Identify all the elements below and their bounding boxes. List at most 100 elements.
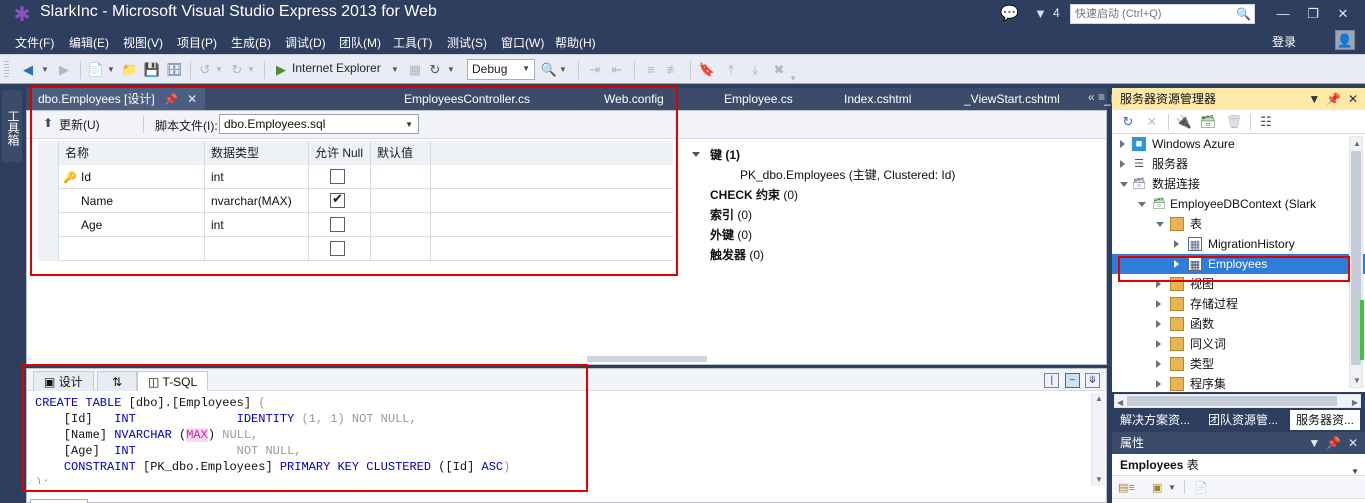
open-file-icon[interactable]: 📁	[120, 59, 140, 81]
object-relational-icon[interactable]: ☷	[1256, 113, 1276, 131]
chevron-down-icon[interactable]: ▼	[1306, 88, 1322, 110]
alphabetical-icon[interactable]: ▣	[1152, 480, 1162, 496]
tree-node-functions-folder[interactable]: 函数	[1112, 314, 1365, 334]
cell-datatype[interactable]: int	[205, 213, 309, 237]
browser-dropdown-icon[interactable]: ▼	[390, 59, 400, 81]
split-horizontal-icon[interactable]: −	[1064, 373, 1080, 388]
split-vertical-icon[interactable]: |	[1044, 373, 1060, 388]
column-header-allownull[interactable]: 允许 Null	[309, 141, 371, 165]
menu-test[interactable]: 测试(S)	[442, 32, 492, 53]
close-icon[interactable]: ✕	[187, 92, 197, 106]
tab-employees-controller[interactable]: EmployeesController.cs	[396, 88, 538, 110]
tree-node-servers[interactable]: ☰ 服务器	[1112, 154, 1365, 174]
tab-overflow-controls[interactable]: « ≡	[1088, 90, 1105, 104]
new-file-dropdown-icon[interactable]: ▼	[106, 59, 116, 81]
tab-viewstart-cshtml[interactable]: _ViewStart.cshtml	[956, 88, 1068, 110]
allow-null-checkbox[interactable]	[330, 241, 345, 256]
dock-tab-server-explorer[interactable]: 服务器资...	[1290, 410, 1361, 430]
connect-to-server-icon[interactable]: 🔌	[1174, 113, 1194, 131]
tab-tsql-view[interactable]: ◫ T-SQL	[137, 371, 209, 391]
tree-node-employees[interactable]: ▦ Employees	[1112, 254, 1365, 274]
foreign-keys-node[interactable]: 外键 (0)	[692, 225, 1092, 245]
tab-overflow-icon[interactable]: «	[1088, 90, 1095, 104]
pin-icon[interactable]: 📌	[1326, 432, 1342, 454]
toolbar-overflow-icon[interactable]: ▾	[788, 67, 798, 89]
allow-null-checkbox[interactable]	[330, 191, 345, 208]
cell-datatype[interactable]: nvarchar(MAX)	[205, 189, 309, 213]
chevron-collapsed-icon[interactable]	[1120, 160, 1125, 168]
tree-node-stored-procedures-folder[interactable]: 存储过程	[1112, 294, 1365, 314]
quick-launch-box[interactable]: 🔍	[1070, 4, 1255, 24]
editor-zoom-level[interactable]: 100 %	[30, 499, 88, 503]
chevron-expanded-icon[interactable]	[692, 152, 700, 161]
chevron-collapsed-icon[interactable]	[1156, 320, 1161, 328]
menu-help[interactable]: 帮助(H)	[550, 32, 601, 53]
menu-edit[interactable]: 编辑(E)	[64, 32, 114, 53]
chevron-down-icon[interactable]: ▼	[405, 120, 413, 129]
minimize-button[interactable]: —	[1272, 5, 1294, 23]
cell-default[interactable]	[371, 213, 431, 237]
cell-name[interactable]: Id	[59, 165, 205, 189]
script-file-select[interactable]: dbo.Employees.sql ▼	[219, 114, 419, 134]
tab-dbo-employees-design[interactable]: dbo.Employees [设计] 📌 ✕	[30, 88, 206, 110]
table-row[interactable]: Age int	[37, 213, 673, 237]
tree-node-migrationhistory[interactable]: ▦ MigrationHistory	[1112, 234, 1365, 254]
maximize-button[interactable]: ❐	[1302, 5, 1324, 23]
menu-tools[interactable]: 工具(T)	[388, 32, 437, 53]
chevron-down-icon[interactable]: ▼	[522, 64, 530, 73]
row-selector[interactable]	[37, 165, 59, 189]
collapse-pane-icon[interactable]: ⤋	[1085, 373, 1100, 388]
menu-build[interactable]: 生成(B)	[226, 32, 276, 53]
chevron-expanded-icon[interactable]	[1138, 202, 1146, 211]
close-button[interactable]: ✕	[1332, 5, 1354, 23]
page-inspector-icon[interactable]: ▦	[406, 59, 424, 81]
tab-employee-cs[interactable]: Employee.cs	[716, 88, 801, 110]
allow-null-checkbox[interactable]	[330, 169, 345, 184]
table-row[interactable]: Name nvarchar(MAX)	[37, 189, 673, 213]
chevron-collapsed-icon[interactable]	[1174, 260, 1179, 268]
cell-name[interactable]: Age	[59, 213, 205, 237]
feedback-icon[interactable]: 💬	[1000, 5, 1019, 23]
primary-key-node[interactable]: PK_dbo.Employees (主键, Clustered: Id)	[692, 165, 1092, 185]
column-header-datatype[interactable]: 数据类型	[205, 141, 309, 165]
grid-corner-cell[interactable]	[37, 141, 59, 165]
tree-node-windows-azure[interactable]: ■ Windows Azure	[1112, 134, 1365, 154]
refresh-icon[interactable]: ↻	[1118, 113, 1138, 131]
allow-null-checkbox[interactable]	[330, 217, 345, 232]
tree-node-views-folder[interactable]: 视图	[1112, 274, 1365, 294]
tree-node-employeedbcontext[interactable]: 🗃 EmployeeDBContext (Slark	[1112, 194, 1365, 214]
menu-debug[interactable]: 调试(D)	[280, 32, 331, 53]
designer-horizontal-scrollbar[interactable]	[587, 356, 707, 362]
tab-index-cshtml[interactable]: Index.cshtml	[836, 88, 919, 110]
row-selector[interactable]	[37, 213, 59, 237]
tree-node-tables-folder[interactable]: 表	[1112, 214, 1365, 234]
pin-icon[interactable]: 📌	[164, 94, 178, 106]
tab-design-view[interactable]: ▣ 设计	[33, 371, 94, 391]
toolbar-grip[interactable]	[4, 61, 9, 79]
server-explorer-horizontal-scrollbar[interactable]: ◀ ▶	[1114, 394, 1361, 408]
chevron-expanded-icon[interactable]	[1120, 182, 1128, 191]
cell-default[interactable]	[371, 237, 431, 261]
cell-datatype[interactable]	[205, 237, 309, 261]
refresh-dropdown-icon[interactable]: ▼	[446, 59, 456, 81]
table-row[interactable]	[37, 237, 673, 261]
chevron-collapsed-icon[interactable]	[1174, 240, 1179, 248]
scroll-down-icon[interactable]: ▼	[1353, 376, 1361, 385]
save-icon[interactable]: 💾	[142, 59, 162, 81]
close-icon[interactable]: ✕	[1345, 432, 1361, 454]
column-header-name[interactable]: 名称	[59, 141, 205, 165]
tsql-code-editor[interactable]: CREATE TABLE [dbo].[Employees] ( [Id] IN…	[35, 395, 1090, 484]
chevron-collapsed-icon[interactable]	[1156, 300, 1161, 308]
scroll-down-icon[interactable]: ▼	[1094, 475, 1104, 485]
pin-icon[interactable]: 📌	[1326, 88, 1342, 110]
check-constraints-node[interactable]: CHECK 约束 (0)	[692, 185, 1092, 205]
tsql-vertical-scrollbar[interactable]: ▲ ▼	[1091, 393, 1105, 486]
update-arrow-icon[interactable]: ⬆	[43, 116, 53, 130]
close-icon[interactable]: ✕	[1345, 88, 1361, 110]
chevron-collapsed-icon[interactable]	[1120, 140, 1125, 148]
tree-node-synonyms-folder[interactable]: 同义词	[1112, 334, 1365, 354]
scroll-right-icon[interactable]: ▶	[1352, 398, 1358, 407]
notification-flag-icon[interactable]: ▼	[1034, 5, 1047, 23]
scroll-left-icon[interactable]: ◀	[1117, 398, 1123, 407]
row-selector[interactable]	[37, 189, 59, 213]
